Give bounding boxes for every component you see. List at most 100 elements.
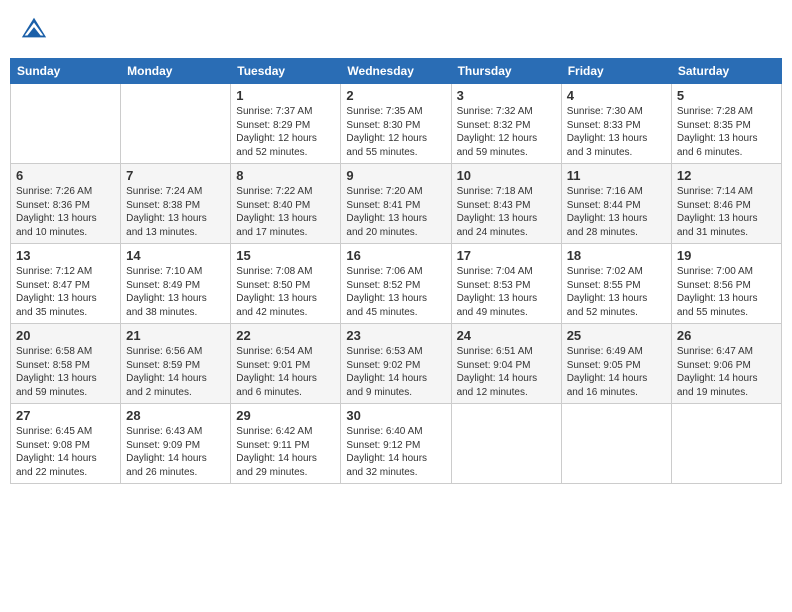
day-info: Sunrise: 7:35 AM Sunset: 8:30 PM Dayligh… [346, 105, 445, 159]
calendar-cell: 14 Sunrise: 7:10 AM Sunset: 8:49 PM Dayli… [121, 244, 231, 324]
calendar-cell: 11Sunrise: 7:16 AM Sunset: 8:44 PM Dayli… [561, 164, 671, 244]
day-info: Sunrise: 7:00 AM Sunset: 8:56 PM Dayligh… [677, 265, 776, 319]
day-number: 4 [567, 88, 666, 103]
day-info: Sunrise: 7:28 AM Sunset: 8:35 PM Dayligh… [677, 105, 776, 159]
day-info: Sunrise: 7:08 AM Sunset: 8:50 PM Dayligh… [236, 265, 335, 319]
day-number: 13 [16, 248, 115, 263]
day-number: 19 [677, 248, 776, 263]
day-info: Sunrise: 6:58 AM Sunset: 8:58 PM Dayligh… [16, 345, 115, 399]
day-number: 8 [236, 168, 335, 183]
calendar-week-2: 6 Sunrise: 7:26 AM Sunset: 8:36 PM Daylig… [11, 164, 782, 244]
day-number: 17 [457, 248, 556, 263]
day-number: 2 [346, 88, 445, 103]
calendar-cell: 13 Sunrise: 7:12 AM Sunset: 8:47 PM Dayli… [11, 244, 121, 324]
calendar-cell: 19 Sunrise: 7:00 AM Sunset: 8:56 PM Dayli… [671, 244, 781, 324]
calendar-header-sunday: Sunday [11, 59, 121, 84]
calendar-cell: 25 Sunrise: 6:49 AM Sunset: 9:05 PM Dayli… [561, 324, 671, 404]
day-info: Sunrise: 7:04 AM Sunset: 8:53 PM Dayligh… [457, 265, 556, 319]
day-info: Sunrise: 7:14 AM Sunset: 8:46 PM Dayligh… [677, 185, 776, 239]
day-number: 25 [567, 328, 666, 343]
day-info: Sunrise: 6:42 AM Sunset: 9:11 PM Dayligh… [236, 425, 335, 479]
day-number: 14 [126, 248, 225, 263]
day-info: Sunrise: 7:22 AM Sunset: 8:40 PM Dayligh… [236, 185, 335, 239]
calendar-cell: 23 Sunrise: 6:53 AM Sunset: 9:02 PM Dayli… [341, 324, 451, 404]
calendar-cell [121, 84, 231, 164]
calendar-cell: 12 Sunrise: 7:14 AM Sunset: 8:46 PM Dayli… [671, 164, 781, 244]
day-info: Sunrise: 6:56 AM Sunset: 8:59 PM Dayligh… [126, 345, 225, 399]
calendar-cell: 16 Sunrise: 7:06 AM Sunset: 8:52 PM Dayli… [341, 244, 451, 324]
calendar-header-thursday: Thursday [451, 59, 561, 84]
calendar-cell: 29 Sunrise: 6:42 AM Sunset: 9:11 PM Dayli… [231, 404, 341, 484]
calendar-cell: 3 Sunrise: 7:32 AM Sunset: 8:32 PM Daylig… [451, 84, 561, 164]
calendar-cell [561, 404, 671, 484]
calendar-cell: 24 Sunrise: 6:51 AM Sunset: 9:04 PM Dayli… [451, 324, 561, 404]
calendar-cell: 4 Sunrise: 7:30 AM Sunset: 8:33 PM Daylig… [561, 84, 671, 164]
logo [20, 15, 50, 43]
logo-icon [20, 15, 48, 43]
calendar-cell: 26 Sunrise: 6:47 AM Sunset: 9:06 PM Dayli… [671, 324, 781, 404]
day-info: Sunrise: 6:49 AM Sunset: 9:05 PM Dayligh… [567, 345, 666, 399]
calendar-cell [451, 404, 561, 484]
day-info: Sunrise: 7:26 AM Sunset: 8:36 PM Dayligh… [16, 185, 115, 239]
calendar-cell: 9 Sunrise: 7:20 AM Sunset: 8:41 PM Daylig… [341, 164, 451, 244]
day-number: 23 [346, 328, 445, 343]
calendar-cell: 6 Sunrise: 7:26 AM Sunset: 8:36 PM Daylig… [11, 164, 121, 244]
calendar-cell: 15 Sunrise: 7:08 AM Sunset: 8:50 PM Dayli… [231, 244, 341, 324]
calendar-header-row: SundayMondayTuesdayWednesdayThursdayFrid… [11, 59, 782, 84]
day-number: 27 [16, 408, 115, 423]
day-info: Sunrise: 6:51 AM Sunset: 9:04 PM Dayligh… [457, 345, 556, 399]
day-info: Sunrise: 6:47 AM Sunset: 9:06 PM Dayligh… [677, 345, 776, 399]
day-number: 22 [236, 328, 335, 343]
calendar-cell: 21 Sunrise: 6:56 AM Sunset: 8:59 PM Dayli… [121, 324, 231, 404]
calendar-week-3: 13 Sunrise: 7:12 AM Sunset: 8:47 PM Dayli… [11, 244, 782, 324]
calendar-cell: 10 Sunrise: 7:18 AM Sunset: 8:43 PM Dayli… [451, 164, 561, 244]
day-info: Sunrise: 6:40 AM Sunset: 9:12 PM Dayligh… [346, 425, 445, 479]
day-info: Sunrise: 6:43 AM Sunset: 9:09 PM Dayligh… [126, 425, 225, 479]
calendar-cell [671, 404, 781, 484]
day-info: Sunrise: 7:02 AM Sunset: 8:55 PM Dayligh… [567, 265, 666, 319]
calendar-table: SundayMondayTuesdayWednesdayThursdayFrid… [10, 58, 782, 484]
day-info: Sunrise: 7:12 AM Sunset: 8:47 PM Dayligh… [16, 265, 115, 319]
page-header [10, 10, 782, 48]
day-info: Sunrise: 6:54 AM Sunset: 9:01 PM Dayligh… [236, 345, 335, 399]
day-number: 9 [346, 168, 445, 183]
calendar-cell [11, 84, 121, 164]
day-number: 21 [126, 328, 225, 343]
day-number: 28 [126, 408, 225, 423]
day-number: 5 [677, 88, 776, 103]
day-info: Sunrise: 7:20 AM Sunset: 8:41 PM Dayligh… [346, 185, 445, 239]
day-number: 1 [236, 88, 335, 103]
calendar-cell: 8 Sunrise: 7:22 AM Sunset: 8:40 PM Daylig… [231, 164, 341, 244]
day-number: 26 [677, 328, 776, 343]
day-number: 16 [346, 248, 445, 263]
calendar-week-5: 27 Sunrise: 6:45 AM Sunset: 9:08 PM Dayli… [11, 404, 782, 484]
day-info: Sunrise: 6:45 AM Sunset: 9:08 PM Dayligh… [16, 425, 115, 479]
day-info: Sunrise: 7:06 AM Sunset: 8:52 PM Dayligh… [346, 265, 445, 319]
day-info: Sunrise: 7:37 AM Sunset: 8:29 PM Dayligh… [236, 105, 335, 159]
calendar-cell: 7Sunrise: 7:24 AM Sunset: 8:38 PM Daylig… [121, 164, 231, 244]
day-number: 6 [16, 168, 115, 183]
day-info: Sunrise: 7:32 AM Sunset: 8:32 PM Dayligh… [457, 105, 556, 159]
day-number: 3 [457, 88, 556, 103]
day-info: Sunrise: 7:10 AM Sunset: 8:49 PM Dayligh… [126, 265, 225, 319]
calendar-cell: 27 Sunrise: 6:45 AM Sunset: 9:08 PM Dayli… [11, 404, 121, 484]
day-number: 29 [236, 408, 335, 423]
calendar-header-tuesday: Tuesday [231, 59, 341, 84]
day-info: Sunrise: 7:18 AM Sunset: 8:43 PM Dayligh… [457, 185, 556, 239]
day-number: 30 [346, 408, 445, 423]
day-info: Sunrise: 7:30 AM Sunset: 8:33 PM Dayligh… [567, 105, 666, 159]
calendar-header-friday: Friday [561, 59, 671, 84]
day-info: Sunrise: 6:53 AM Sunset: 9:02 PM Dayligh… [346, 345, 445, 399]
day-number: 11 [567, 168, 666, 183]
calendar-header-saturday: Saturday [671, 59, 781, 84]
calendar-cell: 2 Sunrise: 7:35 AM Sunset: 8:30 PM Daylig… [341, 84, 451, 164]
calendar-header-monday: Monday [121, 59, 231, 84]
calendar-cell: 1 Sunrise: 7:37 AM Sunset: 8:29 PM Daylig… [231, 84, 341, 164]
day-number: 10 [457, 168, 556, 183]
day-number: 15 [236, 248, 335, 263]
calendar-week-4: 20Sunrise: 6:58 AM Sunset: 8:58 PM Dayli… [11, 324, 782, 404]
calendar-week-1: 1 Sunrise: 7:37 AM Sunset: 8:29 PM Daylig… [11, 84, 782, 164]
day-number: 12 [677, 168, 776, 183]
day-number: 24 [457, 328, 556, 343]
day-info: Sunrise: 7:24 AM Sunset: 8:38 PM Dayligh… [126, 185, 225, 239]
